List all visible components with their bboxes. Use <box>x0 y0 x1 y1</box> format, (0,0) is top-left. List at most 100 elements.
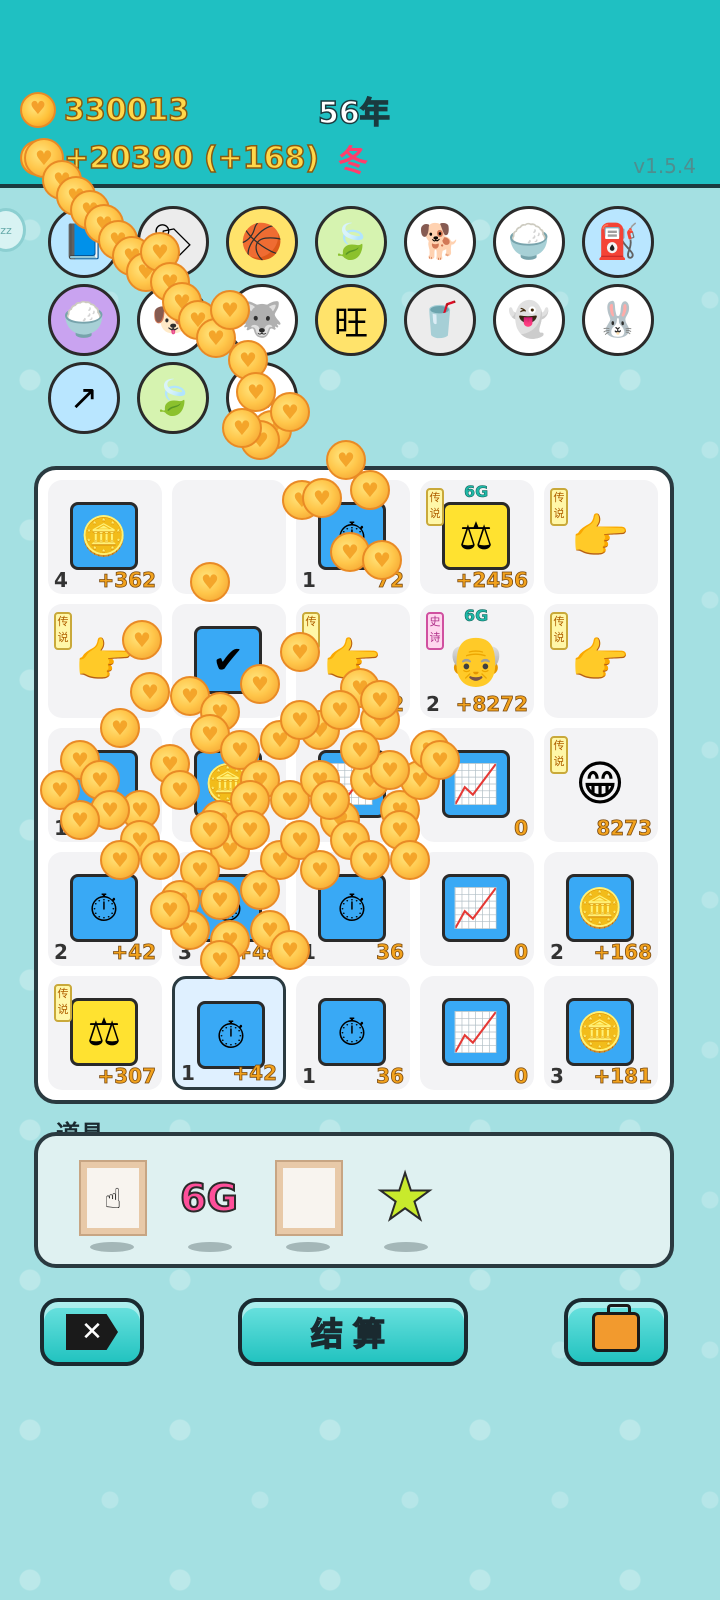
tile-level: 1 <box>302 940 316 964</box>
board-tile[interactable]: ⏱ 1 <box>48 728 162 842</box>
tile-bonus: +181 <box>593 1064 652 1089</box>
prop-shadow <box>384 1242 428 1252</box>
prop-empty-frame[interactable] <box>276 1162 342 1234</box>
version-label: v1.5.4 <box>633 154 696 178</box>
collected-item-icon[interactable]: 👻 <box>493 284 565 356</box>
board-tile[interactable]: 📈 0 <box>420 852 534 966</box>
tile-bonus: 2 <box>390 692 405 717</box>
board-tile[interactable]: ⏱ 1 +42 <box>172 976 286 1090</box>
collected-item-icon[interactable]: 旺 <box>315 284 387 356</box>
tile-item-icon: 😁 <box>574 756 626 812</box>
board-tile[interactable]: ⏱ 1 72 <box>296 480 410 594</box>
tile-level: 3 <box>178 940 192 964</box>
rarity-tag: 传说 <box>54 984 72 1022</box>
rarity-tag: 传说 <box>550 736 568 774</box>
tile-item-icon: 👉 <box>74 632 134 689</box>
tile-bonus: 0 <box>514 1064 529 1089</box>
tile-level: 1 <box>181 1061 195 1085</box>
tile-bonus: +2456 <box>455 568 528 593</box>
settle-button[interactable]: 结算 <box>238 1298 468 1366</box>
tile-item-icon: ⚖ <box>70 998 138 1066</box>
props-panel: ☝ 6G ★ <box>34 1132 674 1268</box>
tile-level: 3 <box>550 1064 564 1088</box>
six-g-label: 6G <box>179 1175 239 1221</box>
collected-item-icon[interactable]: ↗ <box>48 362 120 434</box>
tile-item-icon: 📈 <box>442 750 510 818</box>
board-tile[interactable]: 🪙 3 +181 <box>544 976 658 1090</box>
board-tile[interactable]: 📈 0 <box>420 728 534 842</box>
collected-item-icon[interactable]: 🍃 <box>315 206 387 278</box>
rarity-tag: 传说 <box>54 612 72 650</box>
collected-item-icon[interactable]: 🏀 <box>226 206 298 278</box>
collected-item-icon[interactable]: 🍚 <box>493 206 565 278</box>
board-tile[interactable]: 📈 <box>296 728 410 842</box>
prop-shadow <box>188 1242 232 1252</box>
coin-income: +20390 (+168) <box>20 140 320 176</box>
tile-item-icon: 👉 <box>570 632 630 689</box>
tile-item-icon: 🪙 <box>70 502 138 570</box>
collected-item-icon[interactable]: 🐕 <box>404 206 476 278</box>
network-badge: 6G <box>464 482 489 502</box>
board-tile[interactable]: 👉 传说 <box>544 480 658 594</box>
board-tile[interactable]: 👉 传说 <box>544 604 658 718</box>
exit-icon: ✕ <box>66 1314 118 1350</box>
board-tile[interactable]: ⏱ 1 36 <box>296 976 410 1090</box>
board-tile[interactable]: ✔ <box>172 604 286 718</box>
tile-item-icon: 📈 <box>318 750 386 818</box>
board-tile[interactable] <box>172 480 286 594</box>
game-board: 🪙 4 +362 ⏱ 1 72 ⚖ 传说 6G +2456 👉 传说 👉 传说 ✔ 👉 传 2 👴 史诗 6G 2 +827… <box>34 466 674 1104</box>
bag-button[interactable] <box>564 1298 668 1366</box>
tile-item-icon: 📈 <box>442 874 510 942</box>
collected-item-icon[interactable]: 🏷 <box>137 206 209 278</box>
tile-item-icon: 🪙 <box>566 874 634 942</box>
rarity-tag: 史诗 <box>426 612 444 650</box>
tile-item-icon: ⏱ <box>318 874 386 942</box>
collected-item-icon[interactable]: 🐺 <box>226 284 298 356</box>
board-tile[interactable]: ⏱ 2 +42 <box>48 852 162 966</box>
collected-item-icon[interactable]: ⛽ <box>582 206 654 278</box>
collected-item-icon[interactable]: 🍚 <box>48 284 120 356</box>
tile-item-icon: ⏱ <box>318 502 386 570</box>
board-tile[interactable]: 😁 传说 8273 <box>544 728 658 842</box>
tile-item-icon: ⏱ <box>70 750 138 818</box>
board-tile[interactable]: 🪙 2 +168 <box>544 852 658 966</box>
frame-icon <box>277 1162 341 1234</box>
board-tile[interactable]: ⏱ 3 +48 <box>172 852 286 966</box>
prop-6g[interactable]: 6G <box>176 1162 242 1234</box>
exit-button[interactable]: ✕ <box>40 1298 144 1366</box>
tile-level: 2 <box>426 692 440 716</box>
board-tile[interactable]: 👉 传说 <box>48 604 162 718</box>
prop-shadow <box>286 1242 330 1252</box>
board-tile[interactable]: ⏱ 1 36 <box>296 852 410 966</box>
board-tile[interactable]: 👉 传 2 <box>296 604 410 718</box>
collected-item-icon[interactable]: ✖ <box>226 362 298 434</box>
board-tile[interactable]: 🪙 4 +362 <box>48 480 162 594</box>
prop-star[interactable]: ★ <box>372 1162 438 1234</box>
tile-item-icon: ⏱ <box>197 1001 265 1069</box>
collected-item-icon[interactable]: 🐶 <box>137 284 209 356</box>
board-tile[interactable]: ⚖ 传说 +307 <box>48 976 162 1090</box>
tile-bonus: 8273 <box>596 816 652 841</box>
tile-bonus: +8272 <box>455 692 528 717</box>
tile-bonus: 72 <box>376 568 405 593</box>
tile-bonus: 36 <box>376 940 405 965</box>
board-tile[interactable]: 🪙 <box>172 728 286 842</box>
tile-bonus: +42 <box>232 1061 277 1086</box>
collected-item-icon[interactable]: 🍃 <box>137 362 209 434</box>
pointer-icon: ☝ <box>81 1162 145 1234</box>
year-label: 56年 <box>317 95 390 132</box>
tile-item-icon: 👉 <box>570 508 630 565</box>
board-tile[interactable]: 📈 0 <box>420 976 534 1090</box>
collected-item-icon[interactable]: 🐰 <box>582 284 654 356</box>
rarity-tag: 传说 <box>426 488 444 526</box>
collected-item-icon[interactable]: 🥤 <box>404 284 476 356</box>
tile-item-icon: 👉 <box>322 632 382 689</box>
tile-item-icon: ✔ <box>194 626 262 694</box>
top-bar: 330013 +20390 (+168) 56年 冬 v1.5.4 <box>0 0 720 188</box>
briefcase-icon <box>592 1304 640 1352</box>
prop-pointer-frame[interactable]: ☝ <box>80 1162 146 1234</box>
board-tile[interactable]: ⚖ 传说 6G +2456 <box>420 480 534 594</box>
collected-item-icon[interactable]: 📘 <box>48 206 120 278</box>
board-tile[interactable]: 👴 史诗 6G 2 +8272 <box>420 604 534 718</box>
tile-bonus: 36 <box>376 1064 405 1089</box>
